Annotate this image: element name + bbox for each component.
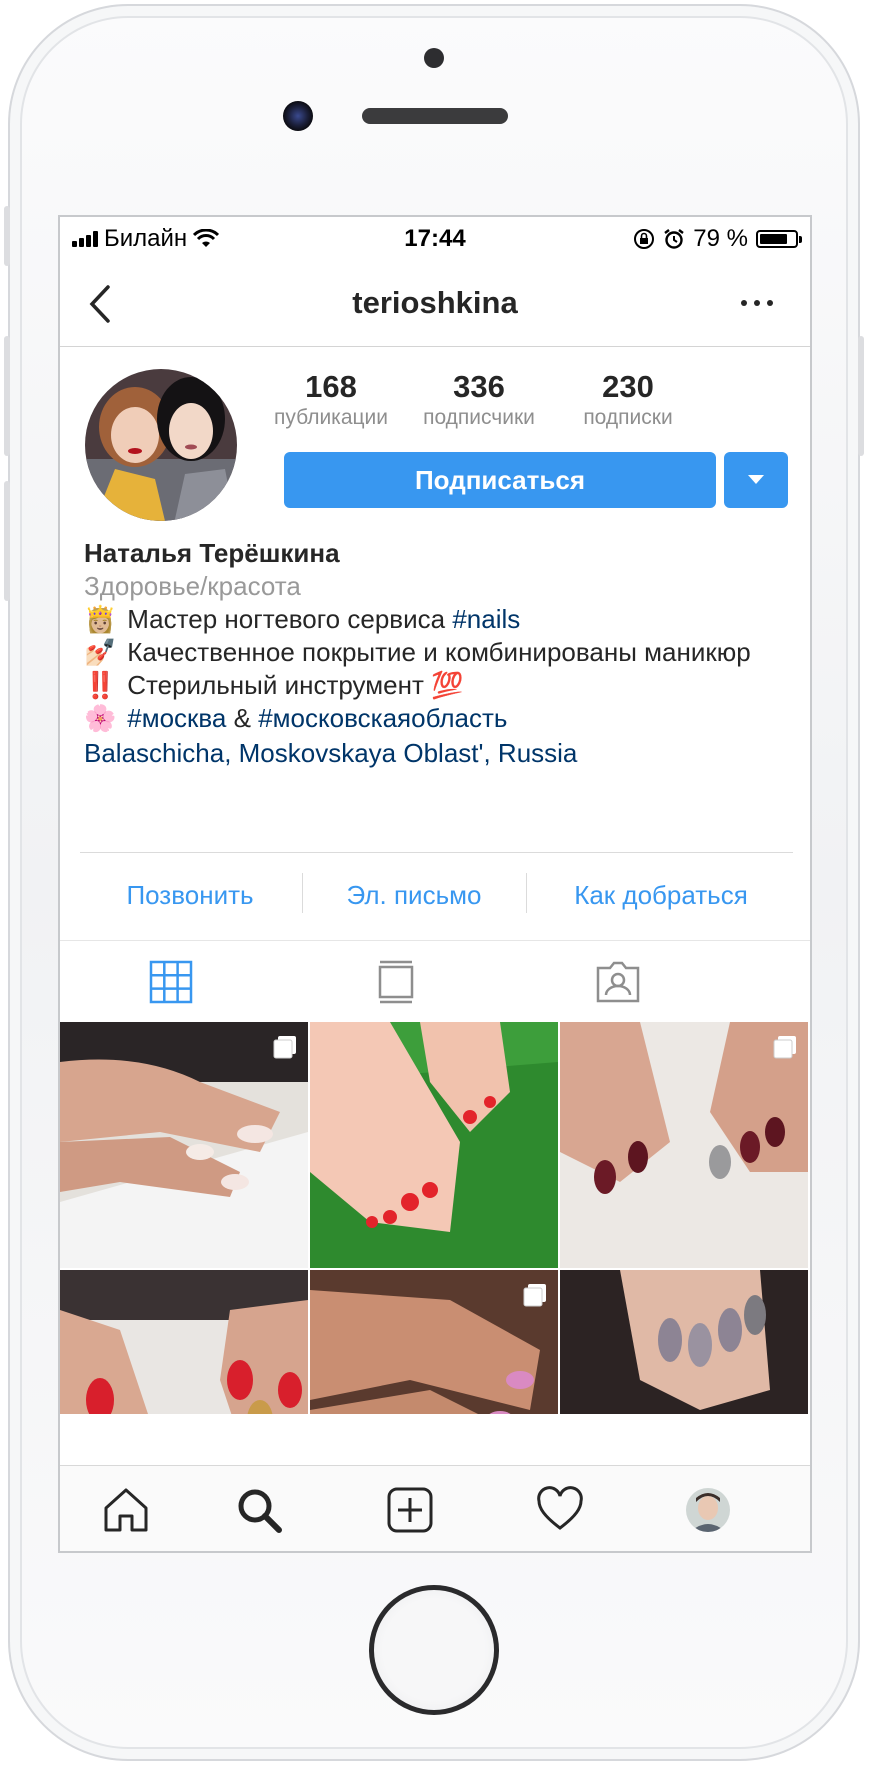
profile-tab[interactable] (682, 1484, 734, 1536)
power-button (858, 336, 864, 456)
feed-icon (378, 960, 414, 1004)
search-tab[interactable] (233, 1484, 285, 1536)
profile-category: Здоровье/красота (84, 571, 301, 601)
email-button[interactable]: Эл. письмо (304, 867, 524, 923)
suggested-dropdown-button[interactable] (724, 452, 788, 508)
profile-bio: Наталья Терёшкина Здоровье/красота 👸🏼 Ма… (84, 537, 784, 770)
follow-button[interactable]: Подписаться (284, 452, 716, 508)
directions-button[interactable]: Как добраться (528, 867, 794, 923)
volume-up-button (4, 336, 10, 456)
bio-line-3: ‼️ Стерильный инструмент 💯 (84, 669, 784, 702)
tab-feed[interactable] (371, 957, 421, 1007)
followers-count-value: 336 (453, 369, 505, 404)
multiple-photos-icon (773, 1036, 796, 1059)
post-thumbnail[interactable] (60, 1022, 308, 1268)
posts-grid (60, 1022, 810, 1414)
add-post-tab[interactable] (384, 1484, 436, 1536)
screen: Билайн 17:44 79 % terioshkina 168 публик… (58, 215, 812, 1553)
post-thumbnail[interactable] (310, 1270, 558, 1414)
profile-username-title: terioshkina (352, 285, 518, 320)
mute-switch (4, 206, 10, 266)
volume-down-button (4, 481, 10, 601)
hashtag-moskva[interactable]: #москва (127, 703, 226, 733)
bio-line-2-text: Качественное покрытие и комбинированы ма… (127, 637, 751, 667)
multiple-photos-icon (273, 1036, 296, 1059)
battery-icon (756, 230, 802, 248)
front-camera (283, 101, 313, 131)
activity-tab[interactable] (534, 1484, 586, 1536)
status-right: 79 % (633, 225, 802, 253)
nail-polish-emoji: 💅🏻 (84, 637, 117, 667)
tab-tagged[interactable] (593, 957, 643, 1007)
following-count-value: 230 (602, 369, 654, 404)
posts-count-value: 168 (305, 369, 357, 404)
multiple-photos-icon (523, 1284, 546, 1307)
profile-avatar[interactable] (85, 369, 237, 521)
double-exclamation-emoji: ‼️ (84, 670, 117, 700)
alarm-icon (664, 229, 685, 249)
cherry-blossom-emoji: 🌸 (84, 703, 117, 733)
contact-divider (526, 873, 527, 913)
post-thumbnail[interactable] (310, 1022, 558, 1268)
add-post-icon (387, 1487, 433, 1533)
search-icon (238, 1489, 282, 1533)
caret-down-icon (748, 475, 764, 484)
hundred-points-emoji: 💯 (431, 670, 464, 700)
nav-bar: terioshkina (60, 261, 810, 347)
post-thumbnail[interactable] (560, 1022, 808, 1268)
bio-line-2: 💅🏻 Качественное покрытие и комбинированы… (84, 636, 784, 669)
bio-line-3-text: Стерильный инструмент (127, 670, 424, 700)
contact-divider (302, 873, 303, 913)
following-count[interactable]: 230 подписки (553, 369, 703, 431)
posts-count-label: публикации (274, 406, 388, 429)
bio-line-1: 👸🏼 Мастер ногтевого сервиса #nails (84, 603, 784, 636)
home-icon (104, 1488, 148, 1532)
post-thumbnail[interactable] (560, 1270, 808, 1414)
bio-line-1-text: Мастер ногтевого сервиса (127, 604, 446, 634)
profile-full-name: Наталья Терёшкина (84, 538, 340, 568)
bottom-tab-bar (60, 1465, 810, 1551)
status-bar: Билайн 17:44 79 % (60, 217, 810, 261)
hashtag-nails[interactable]: #nails (452, 604, 520, 634)
post-thumbnail[interactable] (60, 1270, 308, 1414)
earpiece-speaker (362, 108, 508, 124)
profile-location[interactable]: Balaschicha, Moskovskaya Oblast', Russia (84, 737, 784, 770)
followers-count[interactable]: 336 подписчики (404, 369, 554, 431)
profile-avatar (686, 1488, 730, 1532)
home-tab[interactable] (100, 1484, 152, 1536)
heart-icon (537, 1486, 583, 1530)
grid-icon (149, 960, 193, 1004)
call-button[interactable]: Позвонить (80, 867, 300, 923)
bio-ampersand: & (233, 703, 251, 733)
hashtag-moskovskayaoblast[interactable]: #московскаяобласть (258, 703, 507, 733)
posts-count[interactable]: 168 публикации (256, 369, 406, 431)
followers-count-label: подписчики (423, 406, 535, 429)
profile-tabs (60, 940, 810, 1022)
tab-grid[interactable] (146, 957, 196, 1007)
orientation-lock-icon (634, 229, 655, 249)
bio-line-4: 🌸 #москва & #московскаяобласть (84, 702, 784, 735)
more-horizontal-icon (741, 300, 773, 306)
princess-emoji: 👸🏼 (84, 604, 117, 634)
following-count-label: подписки (583, 406, 673, 429)
battery-percent: 79 % (693, 225, 748, 252)
more-options-button[interactable] (732, 283, 782, 323)
tagged-icon (596, 961, 640, 1003)
proximity-sensor (424, 48, 444, 68)
home-button[interactable] (369, 1585, 499, 1715)
contact-buttons: Позвонить Эл. письмо Как добраться (80, 852, 793, 913)
